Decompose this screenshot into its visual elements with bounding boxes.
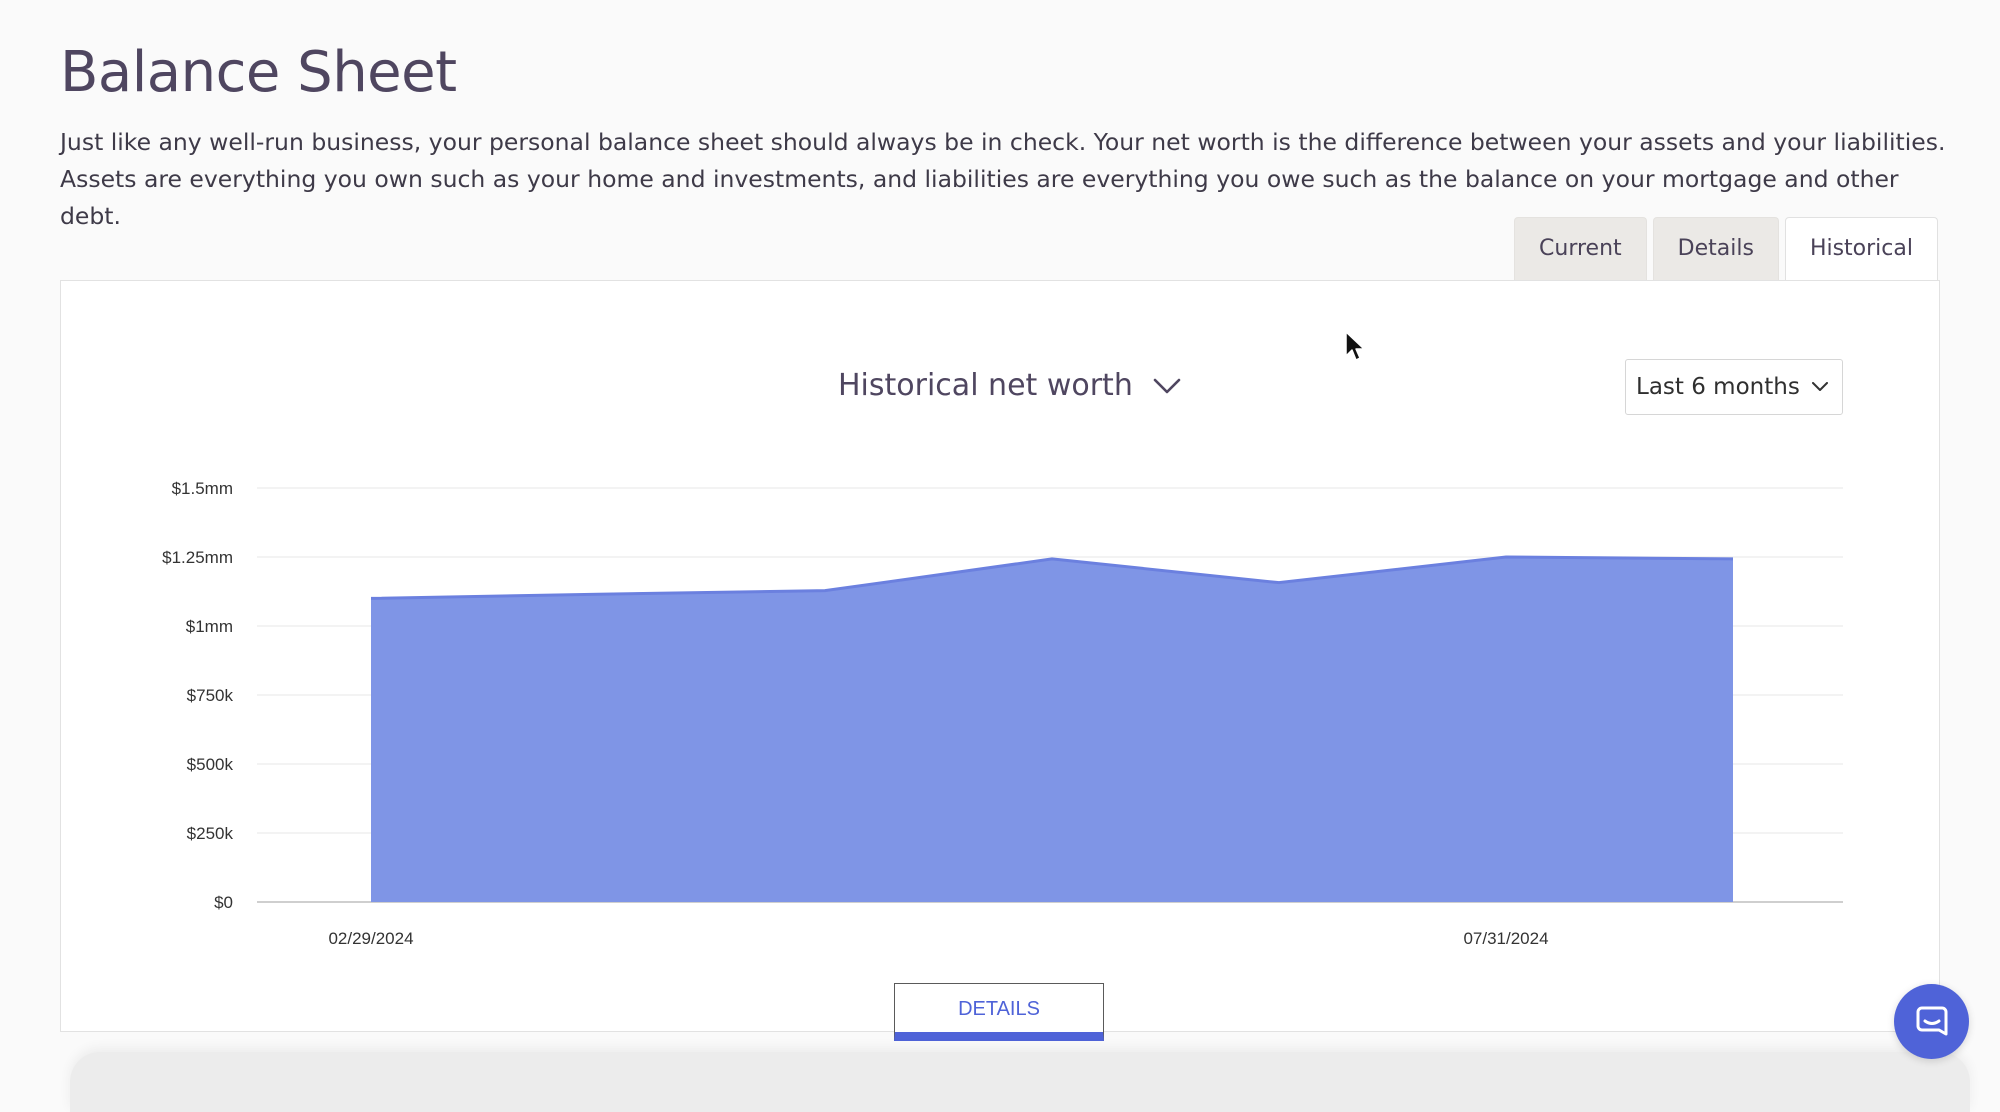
y-tick-label: $1.25mm [162, 548, 233, 567]
details-button[interactable]: DETAILS [894, 983, 1104, 1041]
page: Balance Sheet Just like any well-run bus… [0, 0, 2000, 1112]
x-tick-label: 07/31/2024 [1463, 929, 1548, 948]
y-tick-label: $750k [187, 686, 234, 705]
bottom-card-edge [70, 1052, 1970, 1112]
y-tick-label: $500k [187, 755, 234, 774]
mouse-pointer-icon [1345, 331, 1365, 361]
x-tick-label: 02/29/2024 [328, 929, 413, 948]
y-tick-label: $1.5mm [172, 479, 233, 498]
net-worth-area-chart: $0 $250k $500k $750k $1mm $1.25mm $1.5mm 02/29/… [162, 479, 1843, 948]
y-tick-label: $0 [214, 893, 233, 912]
chat-launcher-button[interactable] [1894, 984, 1969, 1059]
y-tick-label: $250k [187, 824, 234, 843]
y-tick-label: $1mm [186, 617, 233, 636]
net-worth-area [371, 557, 1733, 902]
chat-bubble-icon [1916, 1006, 1947, 1035]
